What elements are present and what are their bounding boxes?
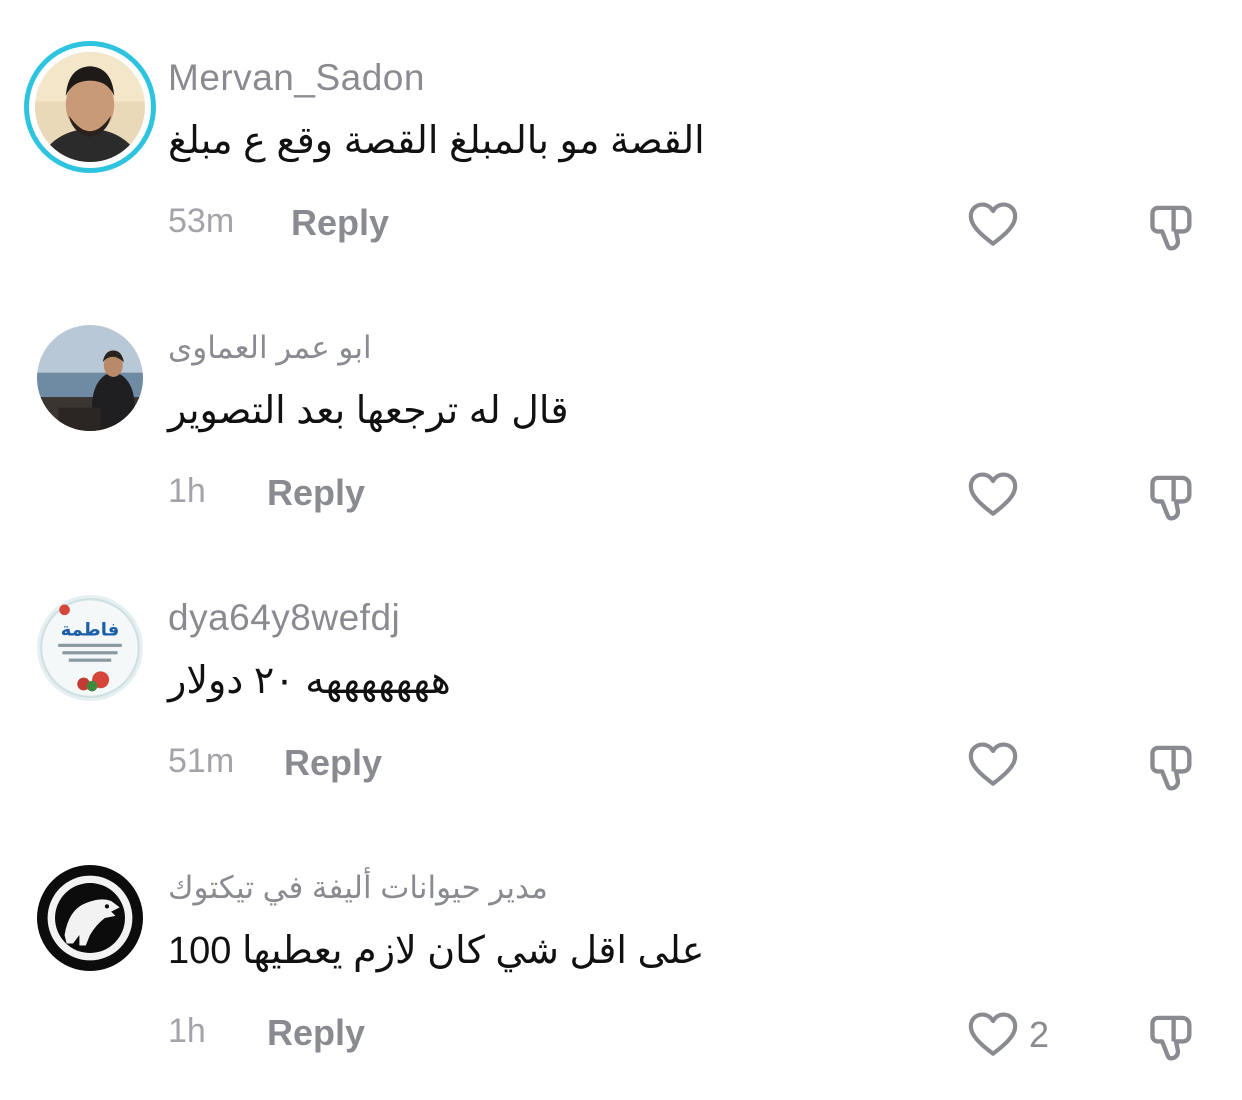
comment-time: 51m <box>168 742 235 780</box>
dislike-button[interactable] <box>1141 1007 1199 1065</box>
comment-time: 1h <box>168 1012 206 1050</box>
reply-button[interactable]: Reply <box>267 472 365 514</box>
comment-item: ابو عمر العماوى قال له ترجعها بعد التصوي… <box>0 270 1242 540</box>
comment-username[interactable]: ابو عمر العماوى <box>168 330 372 366</box>
reply-button[interactable]: Reply <box>284 742 382 784</box>
reply-button[interactable]: Reply <box>267 1012 365 1054</box>
like-button[interactable] <box>965 467 1029 523</box>
comment-text: على اقل شي كان لازم يعطيها 100 <box>168 930 705 972</box>
dislike-button[interactable] <box>1141 467 1199 525</box>
avatar[interactable] <box>24 41 156 173</box>
avatar-photo <box>35 52 145 162</box>
thumbs-down-icon <box>1150 745 1192 791</box>
heart-icon <box>968 472 1018 516</box>
dislike-button[interactable] <box>1141 197 1199 255</box>
avatar-photo <box>37 325 143 431</box>
avatar[interactable]: فاطمة <box>37 595 143 701</box>
comment-item: Mervan_Sadon القصة مو بالمبلغ القصة وقع … <box>0 0 1242 270</box>
avatar-photo: فاطمة <box>37 595 143 701</box>
comment-text: هههههههه ٢٠ دولار <box>168 660 451 702</box>
dinosaur-logo-icon <box>37 865 143 971</box>
comment-item: مدير حيوانات أليفة في تيكتوك على اقل شي … <box>0 810 1242 1080</box>
heart-icon <box>968 742 1018 786</box>
like-button[interactable] <box>965 197 1029 253</box>
comment-time: 53m <box>168 202 235 240</box>
thumbs-down-icon <box>1150 475 1192 521</box>
like-button[interactable]: 2 <box>965 1007 1049 1063</box>
reply-button[interactable]: Reply <box>291 202 389 244</box>
avatar-caption: فاطمة <box>61 619 119 640</box>
heart-icon <box>968 202 1018 246</box>
dislike-button[interactable] <box>1141 737 1199 795</box>
comment-username[interactable]: مدير حيوانات أليفة في تيكتوك <box>168 870 548 906</box>
avatar[interactable] <box>37 325 143 431</box>
avatar[interactable] <box>37 865 143 971</box>
comment-username[interactable]: Mervan_Sadon <box>168 57 425 99</box>
like-count: 2 <box>1029 1014 1050 1055</box>
comment-username[interactable]: dya64y8wefdj <box>168 597 400 639</box>
like-button[interactable] <box>965 737 1029 793</box>
thumbs-down-icon <box>1150 205 1192 251</box>
comment-text: قال له ترجعها بعد التصوير <box>168 390 569 432</box>
comment-time: 1h <box>168 472 206 510</box>
heart-icon <box>968 1012 1018 1056</box>
comment-text: القصة مو بالمبلغ القصة وقع ع مبلغ <box>168 120 705 162</box>
thumbs-down-icon <box>1150 1015 1192 1061</box>
comment-item: فاطمة dya64y8wefdj هههههههه ٢٠ دولار 51m… <box>0 540 1242 810</box>
